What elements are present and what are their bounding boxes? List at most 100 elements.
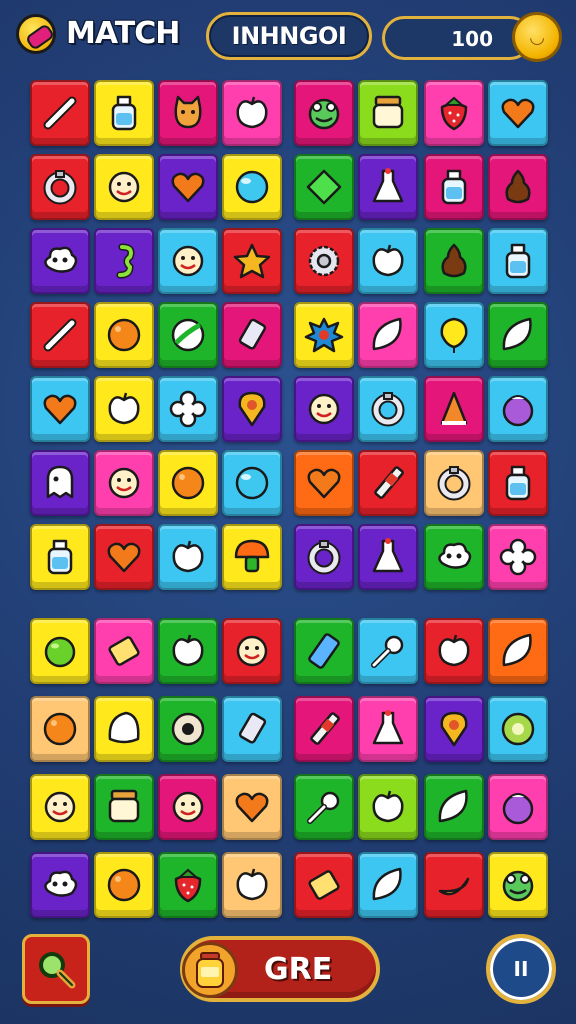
tile-bottle[interactable] <box>94 80 154 146</box>
strawberry-icon <box>440 96 468 131</box>
tile-jar[interactable] <box>94 774 154 840</box>
tile-gem[interactable] <box>294 852 354 918</box>
tile-star[interactable] <box>222 228 282 294</box>
tile-bottle[interactable] <box>488 450 548 516</box>
tile-bubble[interactable] <box>222 154 282 220</box>
tile-strawberry[interactable] <box>158 852 218 918</box>
tile-apple[interactable] <box>222 80 282 146</box>
tile-flask[interactable] <box>358 154 418 220</box>
tile-frog[interactable] <box>294 80 354 146</box>
tile-cloud[interactable] <box>30 228 90 294</box>
tile-pear[interactable] <box>424 228 484 294</box>
tile-flower[interactable] <box>488 524 548 590</box>
tile-leaf[interactable] <box>488 302 548 368</box>
tile-orange[interactable] <box>94 302 154 368</box>
tile-heart[interactable] <box>488 80 548 146</box>
tile-banana[interactable] <box>424 852 484 918</box>
tile-bubble[interactable] <box>222 450 282 516</box>
tile-diamond[interactable] <box>294 154 354 220</box>
tile-pin[interactable] <box>222 376 282 442</box>
tile-leaf[interactable] <box>358 852 418 918</box>
tile-heart[interactable] <box>30 376 90 442</box>
tile-strawberry[interactable] <box>424 80 484 146</box>
coin-icon[interactable]: ◡ <box>512 12 562 62</box>
tile-face[interactable] <box>294 376 354 442</box>
go-button[interactable]: GRE <box>180 936 380 1002</box>
tile-key[interactable] <box>358 618 418 684</box>
tile-ball[interactable] <box>158 302 218 368</box>
tile-frog[interactable] <box>488 852 548 918</box>
tile-leaf[interactable] <box>488 618 548 684</box>
tile-kiwi[interactable] <box>488 696 548 762</box>
tile-tube[interactable] <box>222 302 282 368</box>
tile-pencil[interactable] <box>294 696 354 762</box>
tile-orange[interactable] <box>94 852 154 918</box>
tile-heart[interactable] <box>222 774 282 840</box>
balloon-icon <box>440 317 468 353</box>
tile-apple[interactable] <box>358 774 418 840</box>
tile-apple[interactable] <box>424 618 484 684</box>
tile-flask[interactable] <box>358 696 418 762</box>
tile-splat[interactable] <box>294 302 354 368</box>
tile-balloon[interactable] <box>424 302 484 368</box>
tile-orange[interactable] <box>30 696 90 762</box>
flask-icon <box>372 168 404 203</box>
tile-plum[interactable] <box>488 376 548 442</box>
tile-lime[interactable] <box>30 618 90 684</box>
tile-apple[interactable] <box>222 852 282 918</box>
pause-button[interactable]: II <box>486 934 556 1004</box>
tile-ring[interactable] <box>424 450 484 516</box>
tile-seahorse[interactable] <box>94 228 154 294</box>
tile-face[interactable] <box>94 450 154 516</box>
search-button[interactable] <box>22 934 90 1004</box>
tile-pencil[interactable] <box>358 450 418 516</box>
orange-icon <box>107 318 141 352</box>
tile-bottle[interactable] <box>30 524 90 590</box>
tile-orange[interactable] <box>158 450 218 516</box>
tile-cloud[interactable] <box>30 852 90 918</box>
tile-donut[interactable] <box>158 696 218 762</box>
tile-flower[interactable] <box>158 376 218 442</box>
tile-key[interactable] <box>294 774 354 840</box>
tile-tube[interactable] <box>222 696 282 762</box>
tile-mushroom[interactable] <box>222 524 282 590</box>
tile-bottle[interactable] <box>424 154 484 220</box>
tile-face[interactable] <box>30 774 90 840</box>
tile-battery[interactable] <box>294 618 354 684</box>
tile-jar[interactable] <box>358 80 418 146</box>
tile-leaf[interactable] <box>358 302 418 368</box>
tile-apple[interactable] <box>358 228 418 294</box>
tile-ring[interactable] <box>294 524 354 590</box>
tile-cone[interactable] <box>424 376 484 442</box>
tile-cloud[interactable] <box>424 524 484 590</box>
tile-face[interactable] <box>158 774 218 840</box>
tile-apple[interactable] <box>158 524 218 590</box>
tile-plum[interactable] <box>488 774 548 840</box>
tile-face[interactable] <box>94 154 154 220</box>
tile-apple[interactable] <box>94 376 154 442</box>
pin-icon <box>440 711 468 747</box>
tile-ring[interactable] <box>30 154 90 220</box>
tile-bottle[interactable] <box>488 228 548 294</box>
tile-flask[interactable] <box>358 524 418 590</box>
cloud-icon <box>438 542 472 569</box>
tile-cat[interactable] <box>158 80 218 146</box>
tile-apple[interactable] <box>158 618 218 684</box>
tile-stick[interactable] <box>30 302 90 368</box>
tile-stick[interactable] <box>30 80 90 146</box>
tile-face[interactable] <box>158 228 218 294</box>
tile-gear[interactable] <box>294 228 354 294</box>
heart-icon <box>171 172 205 203</box>
tile-pin[interactable] <box>424 696 484 762</box>
tile-face[interactable] <box>222 618 282 684</box>
tile-ring[interactable] <box>358 376 418 442</box>
tile-shell[interactable] <box>94 696 154 762</box>
tile-heart[interactable] <box>158 154 218 220</box>
tile-gem[interactable] <box>94 618 154 684</box>
tile-heart[interactable] <box>294 450 354 516</box>
tile-leaf[interactable] <box>424 774 484 840</box>
tile-ghost[interactable] <box>30 450 90 516</box>
tile-heart[interactable] <box>94 524 154 590</box>
face-icon <box>308 393 340 425</box>
tile-pear[interactable] <box>488 154 548 220</box>
